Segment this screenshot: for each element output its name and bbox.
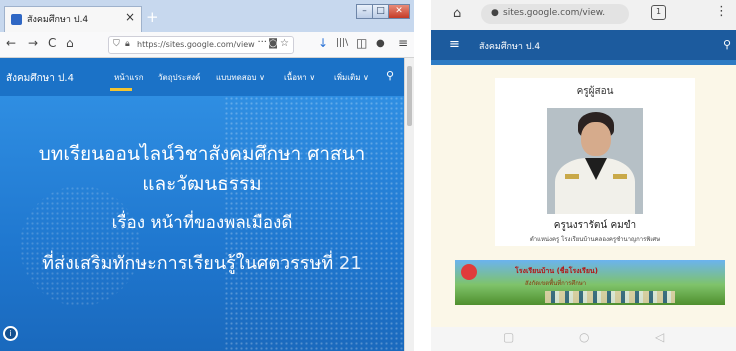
hero-tagline-text: ที่ส่งเสริมทักษะการเรียนรู้ในศตวรรษที่ bbox=[42, 253, 334, 274]
hero-banner: บทเรียนออนไลน์วิชาสังคมศึกษา ศาสนา และวั… bbox=[0, 96, 404, 351]
browser-tab[interactable]: สังคมศึกษา ป.4 × bbox=[4, 6, 142, 32]
account-icon[interactable]: ● bbox=[376, 38, 385, 49]
site-name[interactable]: สังคมศึกษา ป.4 bbox=[6, 71, 74, 86]
info-icon[interactable]: i bbox=[3, 326, 18, 341]
address-bar[interactable]: ⛉ 🔒︎ https://sites.google.com/view ··· ◙… bbox=[108, 36, 294, 54]
reload-icon[interactable]: C bbox=[48, 36, 56, 50]
teacher-card: ครูผู้สอน ครูนงรารัตน์ คมขำ ตำแหน่งครู โ… bbox=[495, 78, 695, 246]
close-tab-icon[interactable]: × bbox=[125, 10, 135, 24]
teacher-photo bbox=[547, 108, 643, 214]
hero-subtitle: เรื่อง หน้าที่ของพลเมืองดี bbox=[111, 213, 293, 233]
nav-home[interactable]: หน้าแรก bbox=[114, 71, 144, 84]
search-icon[interactable]: ⚲ bbox=[386, 69, 394, 82]
pocket-icon[interactable]: ◙ bbox=[268, 38, 278, 49]
back-arrow-icon[interactable]: ← bbox=[6, 36, 16, 50]
hero-century-number: 21 bbox=[338, 253, 362, 274]
android-navigation-bar: ▢ ○ ◁ bbox=[431, 327, 736, 351]
banner-subtext: สังกัดเขตพื้นที่การศึกษา bbox=[525, 280, 587, 287]
hero-title-line-2: และวัฒนธรรม bbox=[142, 173, 262, 195]
more-menu-icon[interactable]: ⋮ bbox=[715, 4, 728, 19]
library-icon[interactable]: |||\ bbox=[336, 38, 348, 48]
search-icon[interactable]: ⚲ bbox=[723, 38, 731, 51]
site-favicon-icon bbox=[11, 14, 22, 25]
mobile-browser-screenshot: ⌂ ● sites.google.com/view. 1 ⋮ ≡ สังคมศึ… bbox=[431, 0, 736, 351]
mobile-site-title[interactable]: สังคมศึกษา ป.4 bbox=[479, 39, 540, 53]
tracking-shield-icon[interactable]: ⛉ bbox=[113, 39, 120, 49]
banner-text: โรงเรียนบ้าน (ชื่อโรงเรียน) bbox=[515, 267, 598, 275]
tab-count-icon[interactable]: 1 bbox=[651, 5, 666, 20]
teacher-role: ตำแหน่งครู โรงเรียนบ้านคลองครูชำนาญการพิ… bbox=[529, 236, 661, 243]
forward-arrow-icon[interactable]: → bbox=[28, 36, 38, 50]
home-icon[interactable]: ⌂ bbox=[66, 36, 74, 50]
nav-quiz[interactable]: แบบทดสอบ ∨ bbox=[216, 71, 265, 84]
teacher-card-title: ครูผู้สอน bbox=[576, 86, 614, 97]
hamburger-menu-icon[interactable]: ≡ bbox=[398, 36, 408, 50]
nav-objectives[interactable]: วัตถุประสงค์ bbox=[158, 71, 200, 84]
hero-tagline: ที่ส่งเสริมทักษะการเรียนรู้ในศตวรรษที่ 2… bbox=[0, 248, 404, 277]
globe-pattern bbox=[20, 186, 140, 306]
minimize-button[interactable]: – bbox=[356, 4, 373, 19]
scrollbar-thumb[interactable] bbox=[407, 66, 412, 126]
page-scrollbar[interactable] bbox=[404, 58, 414, 351]
maximize-button[interactable]: □ bbox=[372, 4, 389, 19]
sidebar-icon[interactable]: ◫ bbox=[356, 36, 367, 50]
site-header: สังคมศึกษา ป.4 หน้าแรก วัตถุประสงค์ แบบท… bbox=[0, 58, 404, 96]
mobile-site-header: ≡ สังคมศึกษา ป.4 ⚲ bbox=[431, 30, 736, 60]
hero-title-line-1: บทเรียนออนไลน์วิชาสังคมศึกษา ศาสนา bbox=[38, 143, 366, 165]
recent-apps-button[interactable]: ▢ bbox=[503, 330, 514, 344]
school-banner-image: โรงเรียนบ้าน (ชื่อโรงเรียน) สังกัดเขตพื้… bbox=[455, 260, 725, 305]
mobile-address-bar[interactable]: ● sites.google.com/view. bbox=[481, 4, 629, 24]
school-logo bbox=[461, 264, 477, 280]
new-tab-button[interactable]: + bbox=[146, 8, 159, 26]
tab-title: สังคมศึกษา ป.4 bbox=[27, 15, 89, 25]
tab-bar: สังคมศึกษา ป.4 × + – □ ✕ bbox=[0, 0, 414, 32]
address-url[interactable]: https://sites.google.com/view bbox=[137, 40, 257, 49]
nav-more[interactable]: เพิ่มเติม ∨ bbox=[334, 71, 369, 84]
nav-content[interactable]: เนื้อหา ∨ bbox=[284, 71, 315, 84]
mobile-browser-toolbar: ⌂ ● sites.google.com/view. 1 ⋮ bbox=[431, 0, 736, 30]
close-window-button[interactable]: ✕ bbox=[388, 4, 410, 19]
teacher-name: ครูนงรารัตน์ คมขำ bbox=[553, 220, 637, 231]
mobile-page-body: ครูผู้สอน ครูนงรารัตน์ คมขำ ตำแหน่งครู โ… bbox=[431, 65, 736, 327]
mobile-address-url[interactable]: sites.google.com/view. bbox=[503, 8, 605, 18]
lock-icon: ● bbox=[491, 8, 499, 18]
back-button[interactable]: ◁ bbox=[655, 330, 664, 344]
bookmark-star-icon[interactable]: ☆ bbox=[280, 38, 289, 49]
download-icon[interactable]: ↓ bbox=[318, 36, 328, 50]
hamburger-menu-icon[interactable]: ≡ bbox=[449, 37, 460, 52]
lock-icon[interactable]: 🔒︎ bbox=[125, 39, 130, 49]
desktop-browser-window: สังคมศึกษา ป.4 × + – □ ✕ ← → C ⌂ ⛉ 🔒︎ ht… bbox=[0, 0, 414, 351]
navigation-toolbar: ← → C ⌂ ⛉ 🔒︎ https://sites.google.com/vi… bbox=[0, 32, 414, 58]
page-actions-icon[interactable]: ··· bbox=[257, 37, 267, 48]
home-button[interactable]: ○ bbox=[579, 330, 589, 344]
active-nav-indicator bbox=[110, 88, 132, 91]
home-icon[interactable]: ⌂ bbox=[453, 6, 461, 21]
